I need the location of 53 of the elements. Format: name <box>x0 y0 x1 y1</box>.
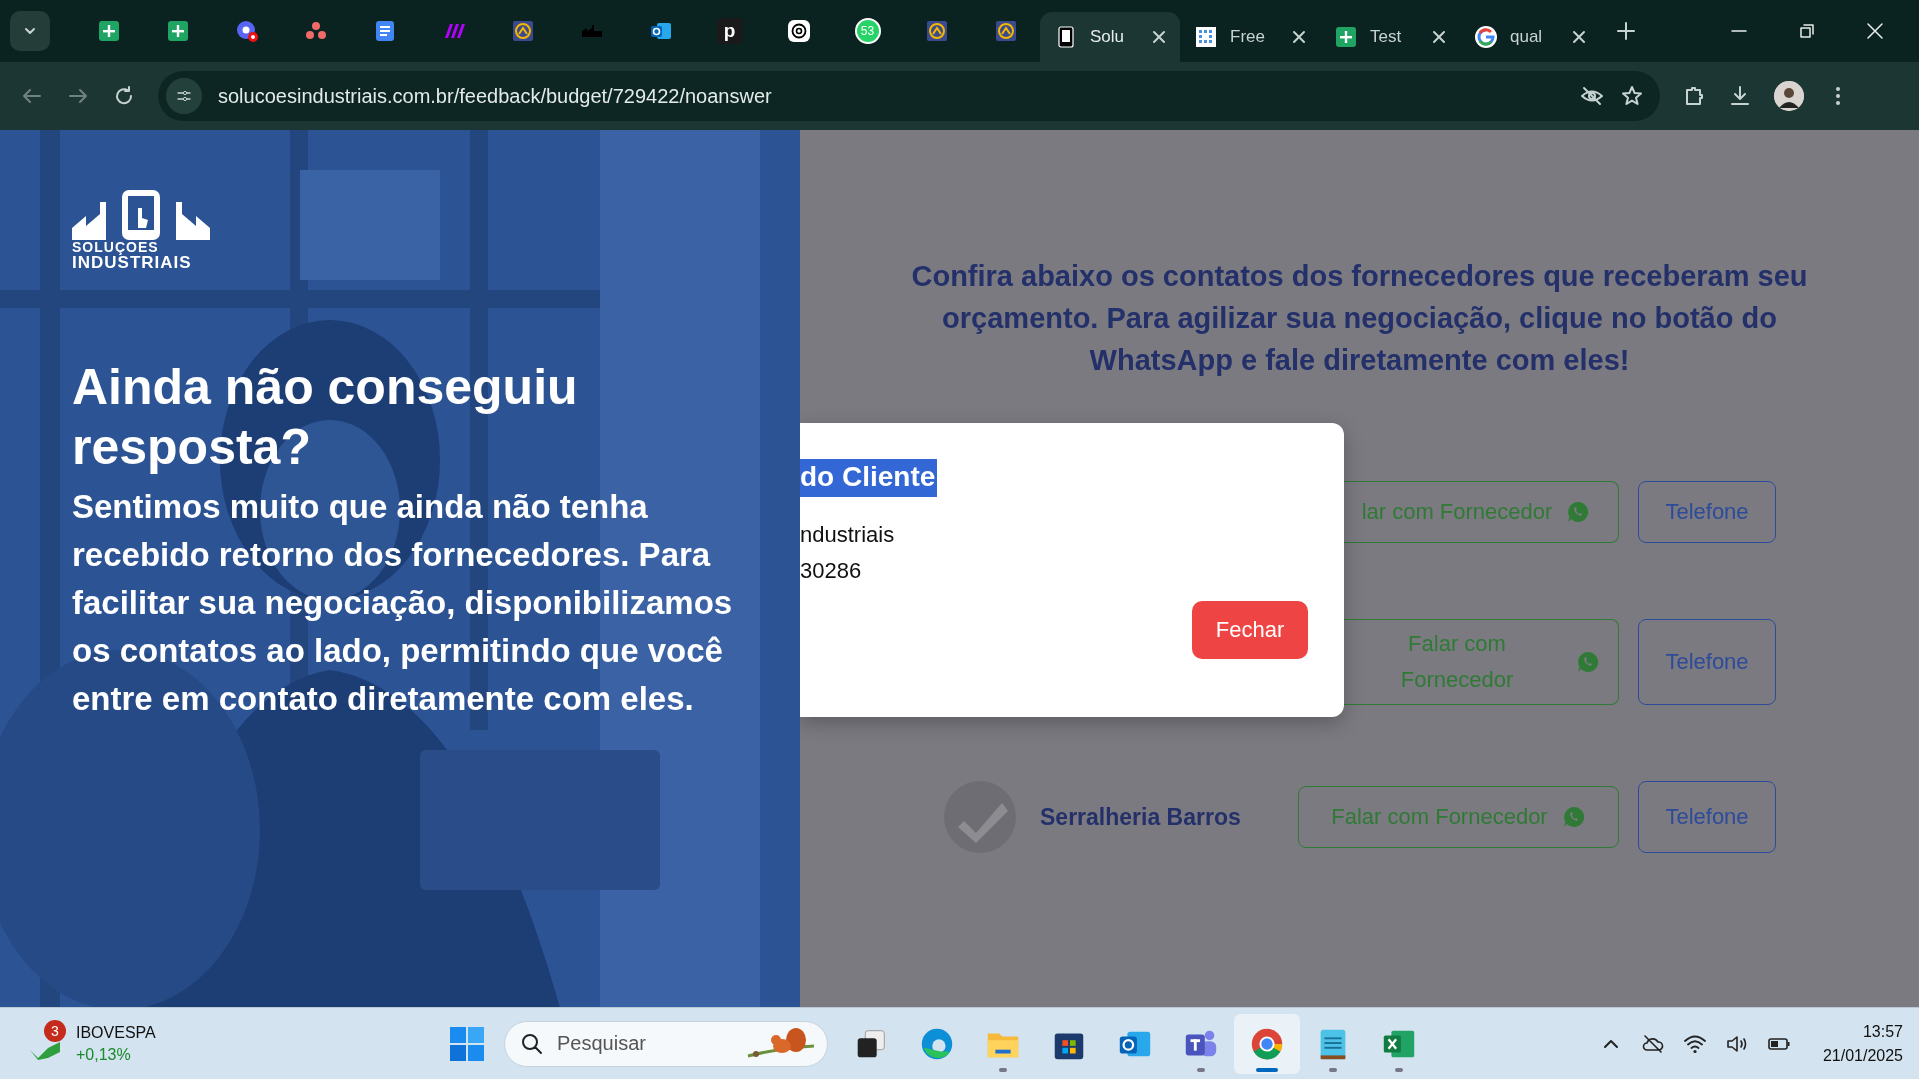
star-icon[interactable] <box>1620 84 1644 108</box>
hero-title: Ainda não conseguiu resposta? <box>72 358 579 477</box>
pinned-tab[interactable]: p <box>695 18 764 44</box>
chat-icon: 53 <box>854 18 881 44</box>
clock-time[interactable]: 13:57 <box>1862 1019 1903 1044</box>
dialog-text: 30286 <box>800 557 863 585</box>
notification-badge: 3 <box>44 1019 66 1042</box>
browser-tab[interactable]: Free <box>1180 12 1320 62</box>
knot-icon <box>786 19 811 43</box>
browser-tab[interactable]: qual <box>1460 12 1600 62</box>
spreadsheet-icon <box>1334 25 1358 49</box>
restore-icon[interactable] <box>1798 22 1816 40</box>
logo-text: SOLUÇOES <box>72 240 159 254</box>
supplier-name: Serralheria Barros <box>1040 803 1242 831</box>
grid-icon <box>1194 25 1218 49</box>
new-tab-icon[interactable] <box>1616 21 1636 41</box>
whatsapp-icon <box>1561 805 1586 829</box>
hero-text: Sentimos muito que ainda não tenha recebido retorno dos fornecedores. Para facilitar sua negociação, disponibilizamos os contatos ao lado, permitindo que você entre em contato diretamente com eles. <box>72 487 734 719</box>
spreadsheet-icon <box>165 19 190 43</box>
close-icon[interactable] <box>1292 30 1306 44</box>
close-icon[interactable] <box>1432 30 1446 44</box>
dialog-title: do Cliente <box>800 459 938 497</box>
clock-date[interactable]: 21/01/2025 <box>1822 1043 1903 1068</box>
widget-value: +0,13% <box>76 1044 132 1065</box>
tab-icon: p <box>716 18 743 44</box>
site-settings-icon[interactable] <box>177 89 191 103</box>
eye-slash-icon[interactable] <box>1580 84 1604 108</box>
search-engine-icon <box>1474 25 1498 49</box>
browser-tab[interactable]: Solu <box>1040 12 1180 62</box>
dialog-text: ndustriais <box>800 521 896 549</box>
factory-logo-icon <box>72 190 210 240</box>
close-icon[interactable] <box>1152 30 1166 44</box>
whatsapp-icon <box>1576 650 1600 674</box>
gauge-icon <box>510 19 535 43</box>
gauge-icon <box>924 19 949 43</box>
search-field[interactable]: Pesquisar <box>504 1020 828 1067</box>
logo-text: INDUSTRIAIS <box>72 254 192 271</box>
close-button[interactable]: Fechar <box>1192 601 1308 659</box>
supplier-avatar <box>944 781 1016 853</box>
address-bar[interactable]: solucoesindustriais.com.br/feedback/budget/729422/noanswer <box>158 71 1660 121</box>
profile-avatar[interactable] <box>1774 81 1804 111</box>
gauge-icon <box>993 19 1018 43</box>
url-text: solucoesindustriais.com.br/feedback/budget/729422/noanswer <box>218 84 773 108</box>
widget-title: IBOVESPA <box>76 1022 156 1043</box>
whatsapp-icon <box>1566 500 1591 524</box>
start-icon[interactable] <box>448 1024 486 1063</box>
search-icon <box>520 1031 544 1056</box>
close-icon[interactable] <box>1572 30 1586 44</box>
browser-tab[interactable]: Test <box>1320 12 1460 62</box>
download-icon[interactable] <box>1728 84 1752 108</box>
chat-icon <box>234 19 259 43</box>
spreadsheet-icon <box>96 19 121 43</box>
section-heading: Confira abaixo os contatos dos fornecedores que receberam seu orçamento. Para agilizar sua negociação, clique no botão do WhatsApp e fale diretamente com eles! <box>910 259 1809 378</box>
